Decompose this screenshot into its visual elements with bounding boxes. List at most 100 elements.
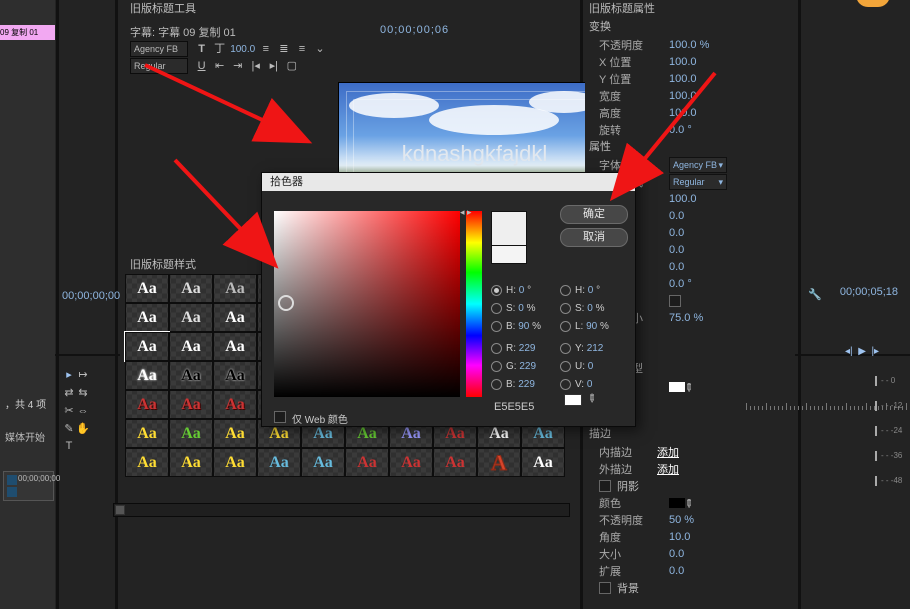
hue-arrows[interactable]: ◂ ▸ [460,207,472,218]
style-swatch[interactable]: Aa [169,448,213,477]
font-family-dropdown[interactable]: Agency FB [130,41,188,57]
v-value[interactable]: 0 [587,379,593,390]
track-selector[interactable]: 00;00;00;00 [3,471,54,501]
eyedropper-icon[interactable]: ✎ [683,379,697,393]
radio-s2[interactable] [560,303,571,314]
style-swatch[interactable]: Aa [213,303,257,332]
ripple-tool-icon[interactable]: ⇄ [62,386,76,400]
web-only-checkbox[interactable]: 仅 Web 颜色 [274,411,348,426]
hue-slider[interactable] [466,211,482,397]
s-value[interactable]: 0 [518,303,524,314]
cp-swatch[interactable] [564,394,582,406]
align-left-icon[interactable]: ≡ [258,43,273,58]
section-transform[interactable]: 变换 [585,18,795,36]
style-swatch[interactable]: Aa [213,448,257,477]
radio-b[interactable] [491,321,502,332]
style-swatch[interactable]: Aa [433,448,477,477]
radio-v[interactable] [560,379,571,390]
style-swatch[interactable]: Aa [169,361,213,390]
eyedropper-icon-2[interactable]: ✎ [683,495,697,509]
prop-val-2[interactable]: 0.0 [669,210,684,222]
style-swatch[interactable]: Aa [125,361,169,390]
style-swatch[interactable]: Aa [257,448,301,477]
bc-value[interactable]: 229 [518,379,535,390]
style-swatch[interactable]: Aa [169,332,213,361]
xpos-value[interactable]: 100.0 [669,56,697,68]
rotation-value[interactable]: 0.0 ° [669,124,692,136]
align-center-icon[interactable]: ≣ [276,42,291,57]
color-field[interactable] [274,211,460,397]
style-swatch[interactable]: Aa [213,274,257,303]
style-swatch[interactable]: Aa [169,303,213,332]
bold-icon[interactable]: T [194,43,209,58]
radio-l[interactable] [560,321,571,332]
radio-r[interactable] [491,343,502,354]
razor-tool-icon[interactable]: ✂ [62,404,76,418]
scrollbar-thumb[interactable] [115,505,125,515]
inner-stroke-add[interactable]: 添加 [657,444,679,460]
section-stroke[interactable]: 描边 [585,425,795,443]
selection-tool-icon[interactable]: ▸ [62,368,76,382]
style-swatch[interactable]: Aa [125,332,169,361]
style-swatch[interactable]: Aa [213,361,257,390]
style-swatch[interactable]: Aa [521,448,565,477]
kerning-icon[interactable]: ⇤ [212,59,227,74]
style-swatch[interactable]: Aa [345,448,389,477]
style-swatch[interactable]: Aa [169,419,213,448]
shadow-opacity-value[interactable]: 50 % [669,514,694,526]
style-swatch[interactable]: Aa [125,419,169,448]
rate-tool-icon[interactable]: ⇆ [76,386,90,400]
y-value[interactable]: 212 [587,343,604,354]
prop-val-4[interactable]: 0.0 [669,244,684,256]
underline-icon[interactable]: U [194,60,209,75]
background-checkbox[interactable] [599,582,611,594]
step-fwd-icon[interactable]: |▸ [871,346,879,357]
preview-text[interactable]: kdnashgkfajdkl [402,141,548,167]
style-swatch[interactable]: Aa [301,448,345,477]
pen-tool-icon[interactable]: ✎ [62,422,76,436]
prop-font-style-dropdown[interactable]: Regular▾ [669,174,727,190]
g-value[interactable]: 229 [519,361,536,372]
s2-value[interactable]: 0 [587,303,593,314]
b-value[interactable]: 90 [518,321,529,332]
radio-bc[interactable] [491,379,502,390]
section-properties[interactable]: 属性 [585,138,795,156]
slip-tool-icon[interactable]: ⇔ [76,405,90,419]
style-swatch[interactable]: Aa [125,303,169,332]
font-size-field[interactable]: 100.0 [230,44,255,55]
go-start-icon[interactable]: |◂ [248,59,263,74]
track-select-tool-icon[interactable]: ↦ [76,368,90,382]
step-back-icon[interactable]: ◂| [845,346,853,357]
hand-tool-icon[interactable]: ✋ [76,422,90,436]
smallcaps-checkbox[interactable] [669,295,681,307]
radio-g[interactable] [491,361,502,372]
prop-val-5[interactable]: 0.0 [669,261,684,273]
align-right-icon[interactable]: ≡ [294,43,309,58]
styles-scrollbar[interactable] [113,503,570,517]
l-value[interactable]: 90 [586,321,597,332]
width-value[interactable]: 100.0 [669,90,697,102]
height-value[interactable]: 100.0 [669,107,697,119]
section-shadow[interactable]: 阴影 [617,478,639,494]
ok-button[interactable]: 确定 [560,205,628,224]
cp-eyedropper-icon[interactable]: ✎ [584,391,600,407]
prop-val-1[interactable]: 100.0 [669,193,697,205]
shadow-checkbox[interactable] [599,480,611,492]
style-swatch[interactable]: Aa [125,390,169,419]
h-value[interactable]: 0 [519,285,525,296]
shadow-spread-value[interactable]: 0.0 [669,565,684,577]
font-style-dropdown[interactable]: Regular [130,58,188,74]
opacity-value[interactable]: 100.0 % [669,39,709,51]
style-swatch[interactable]: Aa [213,332,257,361]
play-icon[interactable]: ▶ [858,346,866,357]
u-value[interactable]: 0 [588,361,594,372]
style-swatch[interactable]: Aa [125,274,169,303]
color-cursor[interactable] [278,295,294,311]
style-swatch[interactable]: Aa [125,448,169,477]
prop-font-family-dropdown[interactable]: Agency FB▾ [669,157,727,173]
ypos-value[interactable]: 100.0 [669,73,697,85]
style-swatch[interactable]: Aa [169,274,213,303]
go-end-icon[interactable]: ▸| [266,59,281,74]
clip-chip[interactable]: 09 复制 01 [0,25,55,40]
r-value[interactable]: 229 [519,343,536,354]
